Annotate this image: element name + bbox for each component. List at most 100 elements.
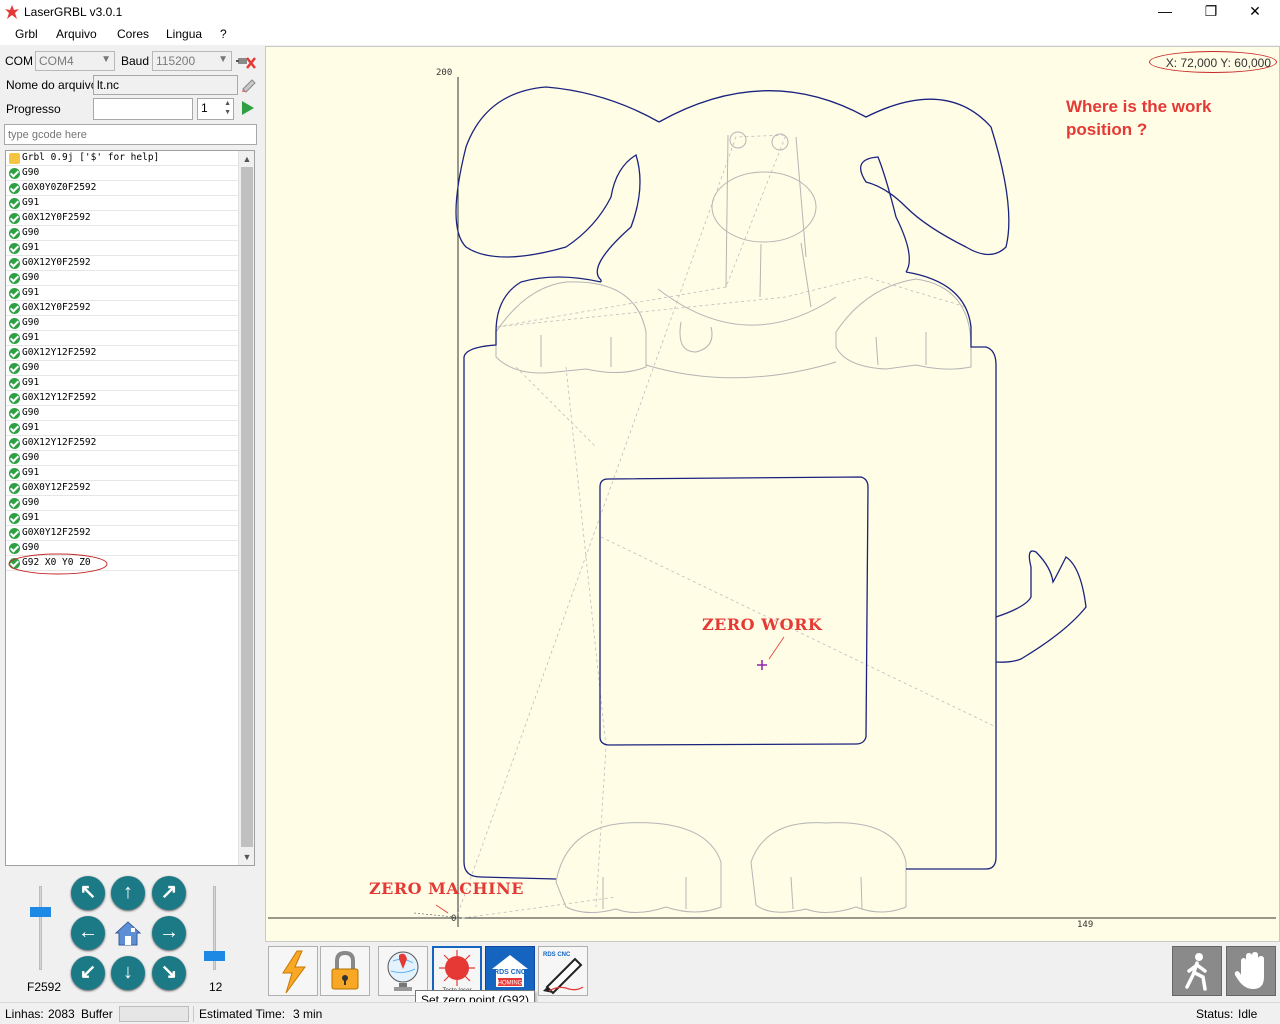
test-laser-button[interactable]: Teste laser: [432, 946, 482, 996]
connect-button[interactable]: [268, 946, 318, 996]
checkmark-icon: [9, 213, 20, 224]
jog-right-button[interactable]: →: [152, 916, 186, 950]
annotation-question: Where is the work position ?: [1066, 97, 1212, 139]
step-slider-knob[interactable]: [204, 951, 225, 962]
speed-slider-track: [39, 886, 42, 970]
pen-icon: RDS CNC: [543, 952, 584, 995]
console-line: Grbl 0.9j ['$' for help]: [6, 151, 238, 166]
homing-button[interactable]: RDS CNC HOMING: [485, 946, 535, 996]
console-line-text: G90: [22, 362, 40, 373]
console-line-text: G90: [22, 497, 40, 508]
close-button[interactable]: ✕: [1232, 0, 1278, 24]
checkmark-icon: [9, 243, 20, 254]
window-title: LaserGRBL v3.0.1: [24, 5, 123, 19]
checkmark-icon: [9, 513, 20, 524]
speed-slider[interactable]: [30, 886, 51, 970]
console-line-text: G91: [22, 377, 40, 388]
console-line-text: G0X0Y0Z0F2592: [22, 182, 97, 193]
console-line: G90: [6, 496, 238, 511]
maximize-button[interactable]: ❐: [1188, 0, 1234, 24]
console-line: G0X0Y0Z0F2592: [6, 181, 238, 196]
homing-text: RDS CNC: [494, 969, 526, 976]
console-line-text: G90: [22, 317, 40, 328]
checkmark-icon: [9, 333, 20, 344]
scroll-down-icon[interactable]: ▼: [239, 849, 254, 865]
checkmark-icon: [9, 228, 20, 239]
file-name-field[interactable]: lt.nc: [93, 75, 238, 95]
zero-work-pointer: [768, 636, 785, 660]
console-line: G91: [6, 511, 238, 526]
run-icon[interactable]: [241, 100, 255, 116]
jog-down-button[interactable]: ↓: [111, 956, 145, 990]
unlock-icon: [331, 950, 359, 990]
baud-value: 115200: [156, 54, 196, 68]
checkmark-icon: [9, 378, 20, 389]
console-line: G90: [6, 226, 238, 241]
pen-button[interactable]: RDS CNC: [538, 946, 588, 996]
jog-left-button[interactable]: ←: [71, 916, 105, 950]
menu-grbl[interactable]: Grbl: [15, 27, 38, 41]
checkmark-icon: [9, 483, 20, 494]
console-line: G90: [6, 316, 238, 331]
stop-button[interactable]: [1226, 946, 1276, 996]
preview-canvas[interactable]: 200 149 0 X: 72,000 Y: 60,000 Where is t…: [265, 46, 1280, 942]
com-value: COM4: [39, 54, 74, 68]
home-button[interactable]: [111, 916, 145, 950]
speed-slider-knob[interactable]: [30, 906, 51, 917]
jog-down-right-button[interactable]: ↘: [152, 956, 186, 990]
jog-up-button[interactable]: ↑: [111, 876, 145, 910]
minimize-button[interactable]: —: [1142, 0, 1188, 24]
checkmark-icon: [9, 453, 20, 464]
scroll-up-icon[interactable]: ▲: [239, 151, 254, 167]
console-line-text: G0X12Y12F2592: [22, 347, 97, 358]
homing-sub-text: HOMING: [498, 981, 523, 987]
console-line-text: G0X12Y12F2592: [22, 437, 97, 448]
console-log[interactable]: Grbl 0.9j ['$' for help] G90 G0X0Y0Z0F2592…: [5, 150, 255, 866]
menu-arquivo[interactable]: Arquivo: [56, 27, 97, 41]
jog-down-left-button[interactable]: ↙: [71, 956, 105, 990]
console-line-text: Grbl 0.9j ['$' for help]: [22, 152, 160, 163]
console-line-text: G91: [22, 197, 40, 208]
step-label: 12: [209, 980, 223, 994]
com-select[interactable]: COM4 ▼: [35, 51, 115, 71]
copies-stepper[interactable]: 1 ▲ ▼: [197, 98, 234, 120]
app-logo-icon: [5, 5, 19, 19]
menu-lingua[interactable]: Lingua: [166, 27, 202, 41]
console-line-text: G90: [22, 452, 40, 463]
open-file-icon[interactable]: [240, 76, 257, 93]
scrollbar-thumb[interactable]: [241, 167, 253, 847]
console-line: G91: [6, 241, 238, 256]
menu-cores[interactable]: Cores: [117, 27, 149, 41]
menu-help[interactable]: ?: [220, 27, 227, 41]
gcode-input[interactable]: [4, 124, 257, 145]
copies-value: 1: [201, 101, 208, 115]
jog-up-right-button[interactable]: ↗: [152, 876, 186, 910]
console-line: G91: [6, 421, 238, 436]
step-slider[interactable]: [204, 886, 225, 970]
console-line-text: G90: [22, 407, 40, 418]
unlock-button[interactable]: [320, 946, 370, 996]
com-label: COM: [5, 54, 33, 68]
set-zero-button[interactable]: [378, 946, 428, 996]
console-line: G0X12Y12F2592: [6, 346, 238, 361]
stepper-arrows-icon[interactable]: ▲ ▼: [224, 99, 231, 117]
console-line: G91: [6, 196, 238, 211]
walk-button[interactable]: [1172, 946, 1222, 996]
baud-select[interactable]: 115200 ▼: [152, 51, 232, 71]
dog-outline: [455, 86, 1087, 880]
walking-man-icon: [1185, 953, 1207, 991]
time-label: Estimated Time:: [199, 1007, 286, 1021]
zero-machine-label: ZERO MACHINE: [369, 879, 524, 898]
progress-label: Progresso: [6, 102, 61, 116]
console-line-text: G0X0Y12F2592: [22, 527, 91, 538]
checkmark-icon: [9, 528, 20, 539]
status-value: Idle: [1238, 1007, 1258, 1021]
checkmark-icon: [9, 303, 20, 314]
jog-up-left-button[interactable]: ↖: [71, 876, 105, 910]
disconnect-icon[interactable]: [236, 52, 256, 70]
console-scrollbar[interactable]: ▲ ▼: [238, 151, 254, 865]
console-line-text: G0X12Y0F2592: [22, 257, 91, 268]
file-label: Nome do arquivo: [6, 78, 98, 92]
console-line-text: G90: [22, 542, 40, 553]
console-line: G0X12Y0F2592: [6, 211, 238, 226]
